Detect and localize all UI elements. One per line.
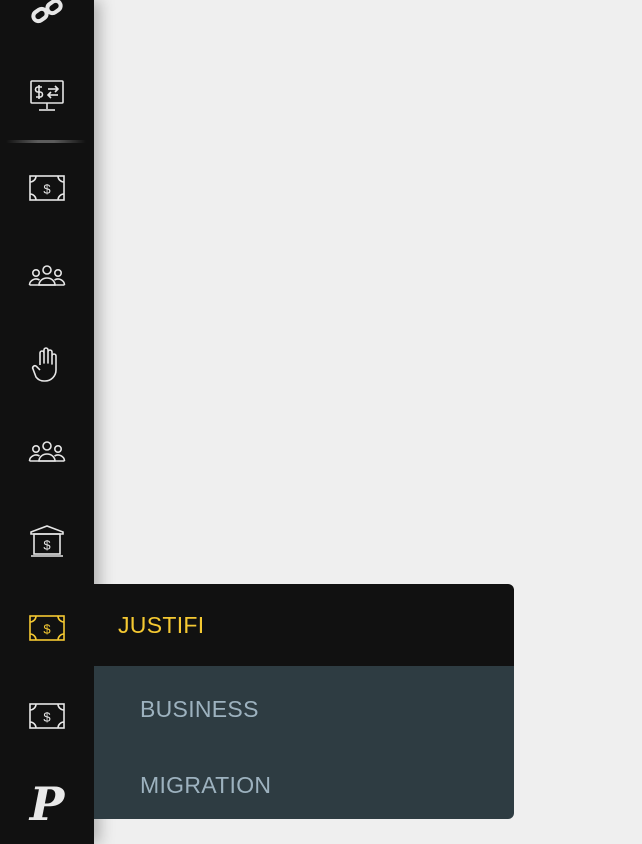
flyout-title: JUSTIFI xyxy=(94,584,514,666)
sidebar-item-money-active[interactable]: $ xyxy=(0,598,94,658)
group-icon xyxy=(28,441,66,462)
flyout-item-migration[interactable]: MIGRATION xyxy=(94,752,514,818)
money-bill-icon: $ xyxy=(29,175,65,201)
group-icon xyxy=(28,265,66,286)
svg-text:$: $ xyxy=(43,538,51,553)
sidebar-item-bank[interactable]: $ xyxy=(0,512,94,572)
svg-text:$: $ xyxy=(43,182,51,197)
hand-stop-icon xyxy=(31,347,57,382)
brand-logo[interactable]: P xyxy=(0,776,94,832)
sidebar-item-hand[interactable] xyxy=(0,334,94,394)
monitor-exchange-icon xyxy=(30,80,64,111)
sidebar-item-money-1[interactable]: $ xyxy=(0,158,94,218)
flyout-list: BUSINESS MIGRATION xyxy=(94,666,514,819)
sidebar-item-group-2[interactable] xyxy=(0,422,94,482)
sidebar-item-monitor-exchange[interactable] xyxy=(0,66,94,126)
svg-text:$: $ xyxy=(43,710,51,725)
flyout-item-business[interactable]: BUSINESS xyxy=(94,666,514,752)
sidebar-item-link[interactable] xyxy=(0,0,94,42)
svg-text:$: $ xyxy=(43,622,51,637)
sidebar-divider xyxy=(6,140,86,143)
sidebar-item-group-1[interactable] xyxy=(0,246,94,306)
sidebar: $ $ $ $ P xyxy=(0,0,94,844)
money-bill-icon: $ xyxy=(29,615,65,641)
link-icon xyxy=(31,0,63,24)
money-bill-icon: $ xyxy=(29,703,65,729)
justifi-flyout-menu: JUSTIFI BUSINESS MIGRATION xyxy=(94,584,514,819)
bank-icon: $ xyxy=(30,525,64,557)
sidebar-item-money-2[interactable]: $ xyxy=(0,686,94,746)
